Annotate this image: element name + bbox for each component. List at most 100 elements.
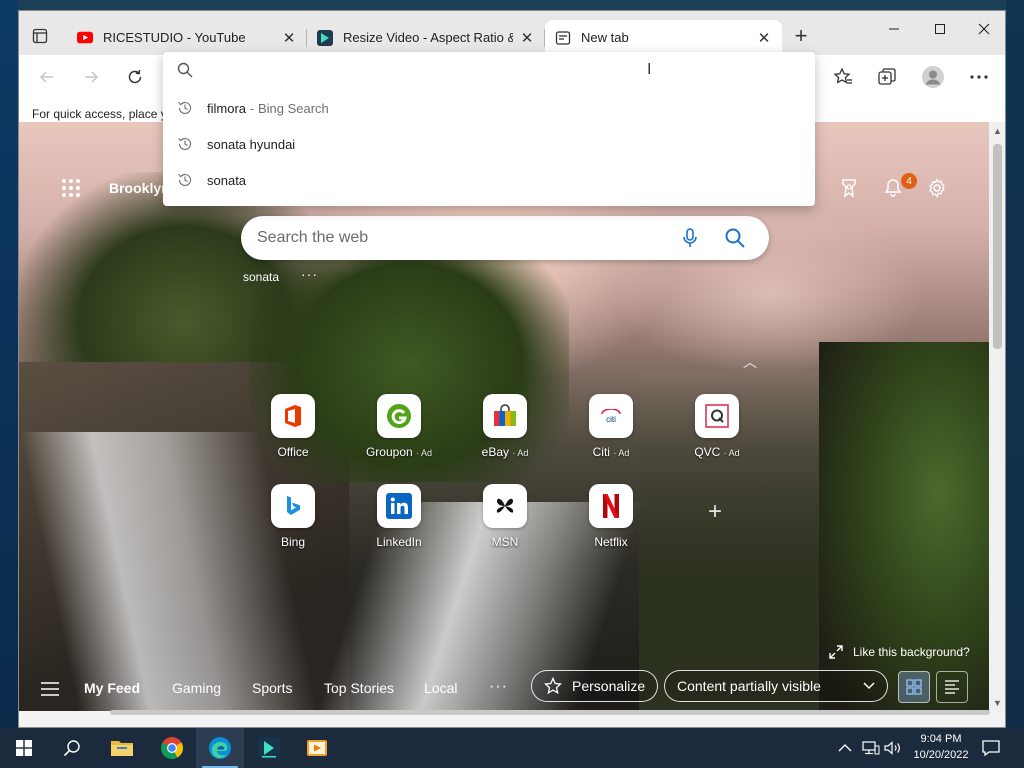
tab-resize-video[interactable]: Resize Video - Aspect Ratio & D ✕ — [307, 20, 545, 55]
microphone-icon[interactable] — [678, 226, 702, 250]
taskbar-edge[interactable] — [196, 728, 244, 768]
collapse-chevron-up-icon[interactable]: ︿ — [743, 352, 757, 372]
folder-icon — [111, 741, 133, 756]
feed-tab-top-stories[interactable]: Top Stories — [324, 680, 394, 696]
content-visibility-value: Content partially visible — [677, 678, 821, 694]
quick-link-ebay[interactable]: eBay · Ad — [460, 394, 550, 459]
horizontal-scrollbar[interactable] — [110, 710, 990, 715]
quick-link-msn[interactable]: MSN — [460, 484, 550, 549]
system-clock[interactable]: 9:04 PM 10/20/2022 — [905, 731, 977, 763]
refresh-button[interactable] — [119, 61, 151, 93]
volume-speaker-icon[interactable] — [884, 728, 902, 768]
forward-button[interactable] — [75, 61, 107, 93]
suggestion-source: - Bing Search — [250, 100, 329, 116]
search-placeholder: Search the web — [257, 229, 369, 246]
taskbar-filmora[interactable] — [245, 728, 293, 768]
favorites-icon[interactable] — [827, 61, 859, 93]
hamburger-menu-icon[interactable] — [41, 682, 59, 696]
personalize-button[interactable]: Personalize — [531, 670, 659, 702]
quick-link-office[interactable]: Office — [248, 394, 338, 459]
close-tab-icon[interactable]: ✕ — [519, 30, 535, 47]
page-settings-gear-icon[interactable] — [925, 176, 949, 200]
close-window-button[interactable] — [961, 15, 1005, 43]
feed-tab-local[interactable]: Local — [424, 680, 457, 696]
filmora-icon — [317, 29, 333, 46]
add-quick-link-plus-icon[interactable]: + — [703, 500, 727, 524]
quick-link-label: Netflix — [594, 535, 628, 549]
feed-tab-sports[interactable]: Sports — [252, 680, 292, 696]
grid-view-button[interactable] — [898, 671, 930, 703]
profile-avatar[interactable] — [917, 61, 949, 93]
suggestion-item[interactable]: sonata — [163, 162, 815, 198]
quick-link-label: QVC — [694, 445, 721, 459]
tab-title: RICESTUDIO - YouTube — [103, 30, 246, 45]
ebay-shopping-bag-icon — [483, 394, 527, 438]
youtube-icon — [77, 30, 93, 46]
suggestion-query: filmora — [207, 100, 247, 116]
tab-new-tab[interactable]: New tab ✕ — [545, 20, 782, 55]
history-clock-icon — [177, 136, 193, 152]
bing-icon — [271, 484, 315, 528]
desktop-background-right — [1006, 0, 1024, 728]
rewards-icon[interactable] — [837, 176, 861, 200]
history-clock-icon — [177, 100, 193, 116]
back-button[interactable] — [31, 61, 63, 93]
feed-tab-my-feed[interactable]: My Feed — [84, 680, 140, 696]
expand-arrows-icon — [829, 645, 843, 659]
tab-actions-icon[interactable] — [29, 25, 51, 47]
chrome-icon — [161, 737, 183, 759]
quick-link-bing[interactable]: Bing — [248, 484, 338, 549]
more-feed-tabs-icon[interactable]: ··· — [489, 678, 508, 696]
taskbar-chrome[interactable] — [148, 728, 196, 768]
quick-link-qvc[interactable]: QVC · Ad — [672, 394, 762, 459]
taskbar-video-player[interactable] — [293, 728, 341, 768]
groupon-icon — [377, 394, 421, 438]
quick-link-label: Office — [277, 445, 309, 459]
quick-link-netflix[interactable]: Netflix — [566, 484, 656, 549]
vertical-scrollbar[interactable]: ▲ ▼ — [989, 122, 1005, 711]
recent-search-chip[interactable]: sonata — [243, 270, 279, 284]
weather-location[interactable]: Brooklyn — [109, 180, 170, 196]
network-icon[interactable] — [862, 728, 880, 768]
new-tab-button[interactable]: + — [789, 23, 813, 48]
ad-label: · Ad — [416, 448, 433, 458]
suggestion-item[interactable]: sonata hyundai — [163, 126, 815, 162]
close-tab-icon[interactable]: ✕ — [756, 30, 772, 47]
scroll-up-arrow-icon[interactable]: ▲ — [989, 122, 1005, 139]
scrollbar-thumb[interactable] — [110, 710, 990, 715]
taskbar-search-button[interactable] — [48, 728, 96, 768]
close-tab-icon[interactable]: ✕ — [281, 30, 297, 47]
quick-link-citi[interactable]: citi Citi · Ad — [566, 394, 656, 459]
like-background-link[interactable]: Like this background? — [829, 645, 970, 659]
search-icon — [177, 62, 193, 78]
web-search-box[interactable]: Search the web — [241, 216, 769, 260]
minimize-button[interactable] — [871, 15, 917, 43]
show-hidden-icons-chevron-up-icon[interactable] — [838, 728, 852, 768]
scrollbar-thumb[interactable] — [993, 144, 1002, 349]
quick-link-groupon[interactable]: Groupon · Ad — [354, 394, 444, 459]
action-center-notification-icon[interactable] — [982, 728, 1000, 768]
more-searches-icon[interactable]: ··· — [301, 266, 318, 282]
suggestion-item[interactable]: filmora - Bing Search — [163, 90, 815, 126]
feed-tab-gaming[interactable]: Gaming — [172, 680, 221, 696]
list-layout-icon — [945, 680, 959, 694]
desktop-background-left — [0, 0, 18, 728]
history-clock-icon — [177, 172, 193, 188]
maximize-button[interactable] — [917, 15, 963, 43]
address-bar-dropdown: I filmora - Bing Search sonata hyundai s… — [163, 52, 815, 206]
more-options-icon[interactable] — [963, 61, 995, 93]
quick-link-linkedin[interactable]: LinkedIn — [354, 484, 444, 549]
favorites-bar-hint: For quick access, place y — [32, 107, 167, 121]
scroll-down-arrow-icon[interactable]: ▼ — [989, 694, 1005, 711]
collections-icon[interactable] — [871, 61, 903, 93]
notification-count-badge: 4 — [901, 173, 917, 189]
content-visibility-dropdown[interactable]: Content partially visible — [664, 670, 888, 702]
list-view-button[interactable] — [936, 671, 968, 703]
search-icon[interactable] — [723, 226, 747, 250]
start-button[interactable] — [0, 728, 48, 768]
app-launcher-icon[interactable] — [61, 178, 81, 198]
media-player-icon — [307, 740, 327, 756]
taskbar-file-explorer[interactable] — [98, 728, 146, 768]
svg-text:citi: citi — [606, 415, 616, 423]
tab-youtube[interactable]: RICESTUDIO - YouTube ✕ — [67, 20, 307, 55]
